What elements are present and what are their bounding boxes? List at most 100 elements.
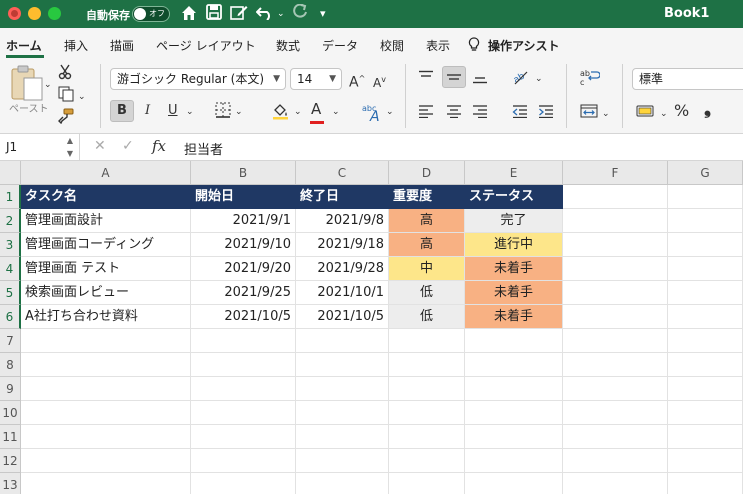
empty-cell[interactable]: [563, 401, 668, 425]
merge-center-icon[interactable]: [580, 104, 598, 124]
empty-cell[interactable]: [563, 473, 668, 494]
tab-draw[interactable]: 描画: [110, 37, 134, 54]
status-cell[interactable]: 未着手: [465, 281, 563, 305]
row-header-9[interactable]: 9: [0, 377, 21, 401]
empty-cell[interactable]: [389, 473, 465, 494]
autosave-toggle[interactable]: オフ: [132, 6, 170, 22]
decrease-indent-icon[interactable]: [512, 104, 528, 124]
empty-cell[interactable]: [296, 449, 389, 473]
start-date-cell[interactable]: 2021/10/5: [191, 305, 296, 329]
start-date-cell[interactable]: 2021/9/25: [191, 281, 296, 305]
wrap-text-icon[interactable]: ab c: [580, 68, 601, 92]
borders-icon[interactable]: [215, 102, 231, 124]
accounting-format-icon[interactable]: [636, 104, 656, 124]
formula-content[interactable]: 担当者: [184, 139, 223, 158]
priority-cell[interactable]: 中: [389, 257, 465, 281]
empty-cell[interactable]: [21, 377, 191, 401]
tab-home[interactable]: ホーム: [6, 37, 42, 54]
fill-color-icon[interactable]: [272, 102, 290, 126]
row-header-6[interactable]: 6: [0, 305, 21, 329]
merge-dropdown-icon[interactable]: ⌄: [602, 105, 610, 123]
empty-cell[interactable]: [668, 185, 743, 209]
header-cell-status[interactable]: ステータス: [465, 185, 563, 209]
row-header-2[interactable]: 2: [0, 209, 21, 233]
column-header-f[interactable]: F: [563, 161, 668, 185]
empty-cell[interactable]: [668, 257, 743, 281]
shrink-font-button[interactable]: Av: [373, 71, 386, 92]
empty-cell[interactable]: [668, 449, 743, 473]
percent-style-button[interactable]: %: [674, 102, 689, 120]
status-cell[interactable]: 未着手: [465, 257, 563, 281]
redo-icon[interactable]: [292, 3, 308, 25]
empty-cell[interactable]: [465, 449, 563, 473]
end-date-cell[interactable]: 2021/9/8: [296, 209, 389, 233]
close-window-button[interactable]: [8, 7, 21, 20]
empty-cell[interactable]: [465, 401, 563, 425]
align-bottom-icon[interactable]: [472, 70, 488, 90]
task-name-cell[interactable]: 管理画面設計: [21, 209, 191, 233]
select-all-button[interactable]: [0, 161, 21, 185]
empty-cell[interactable]: [389, 425, 465, 449]
customize-toolbar-icon[interactable]: ▾: [320, 4, 326, 24]
empty-cell[interactable]: [563, 257, 668, 281]
row-header-13[interactable]: 13: [0, 473, 21, 494]
tab-data[interactable]: データ: [322, 37, 358, 54]
increase-indent-icon[interactable]: [538, 104, 554, 124]
empty-cell[interactable]: [389, 377, 465, 401]
font-name-select[interactable]: 游ゴシック Regular (本文) ▼: [110, 68, 286, 90]
task-name-cell[interactable]: 管理画面コーディング: [21, 233, 191, 257]
empty-cell[interactable]: [563, 449, 668, 473]
empty-cell[interactable]: [563, 305, 668, 329]
end-date-cell[interactable]: 2021/10/1: [296, 281, 389, 305]
row-header-11[interactable]: 11: [0, 425, 21, 449]
priority-cell[interactable]: 低: [389, 281, 465, 305]
copy-icon[interactable]: [58, 86, 74, 108]
empty-cell[interactable]: [563, 377, 668, 401]
empty-cell[interactable]: [296, 353, 389, 377]
end-date-cell[interactable]: 2021/9/28: [296, 257, 389, 281]
column-header-e[interactable]: E: [465, 161, 563, 185]
row-header-12[interactable]: 12: [0, 449, 21, 473]
scissors-icon[interactable]: [58, 64, 72, 86]
empty-cell[interactable]: [563, 233, 668, 257]
italic-button[interactable]: I: [145, 102, 150, 120]
align-left-icon[interactable]: [418, 104, 434, 124]
bold-button[interactable]: B: [117, 102, 127, 120]
zoom-window-button[interactable]: [48, 7, 61, 20]
priority-cell[interactable]: 低: [389, 305, 465, 329]
empty-cell[interactable]: [191, 329, 296, 353]
priority-cell[interactable]: 高: [389, 233, 465, 257]
fill-color-dropdown-icon[interactable]: ⌄: [294, 103, 302, 121]
empty-cell[interactable]: [668, 233, 743, 257]
empty-cell[interactable]: [668, 401, 743, 425]
row-header-10[interactable]: 10: [0, 401, 21, 425]
borders-dropdown-icon[interactable]: ⌄: [235, 103, 243, 121]
orientation-icon[interactable]: ab: [512, 68, 530, 92]
status-cell[interactable]: 未着手: [465, 305, 563, 329]
empty-cell[interactable]: [389, 353, 465, 377]
empty-cell[interactable]: [668, 377, 743, 401]
header-cell-start-date[interactable]: 開始日: [191, 185, 296, 209]
empty-cell[interactable]: [465, 377, 563, 401]
empty-cell[interactable]: [668, 473, 743, 494]
name-box[interactable]: J1 ▲ ▼: [0, 134, 80, 160]
header-cell-priority[interactable]: 重要度: [389, 185, 465, 209]
start-date-cell[interactable]: 2021/9/20: [191, 257, 296, 281]
name-box-stepper-icon[interactable]: ▲ ▼: [67, 134, 73, 160]
empty-cell[interactable]: [563, 425, 668, 449]
home-icon[interactable]: [180, 4, 198, 27]
align-center-icon[interactable]: [446, 104, 462, 124]
empty-cell[interactable]: [465, 329, 563, 353]
empty-cell[interactable]: [389, 329, 465, 353]
empty-cell[interactable]: [21, 449, 191, 473]
column-header-c[interactable]: C: [296, 161, 389, 185]
empty-cell[interactable]: [668, 281, 743, 305]
empty-cell[interactable]: [389, 449, 465, 473]
empty-cell[interactable]: [668, 353, 743, 377]
underline-button[interactable]: U: [168, 102, 178, 120]
column-header-d[interactable]: D: [389, 161, 465, 185]
empty-cell[interactable]: [296, 473, 389, 494]
column-header-b[interactable]: B: [191, 161, 296, 185]
empty-cell[interactable]: [21, 425, 191, 449]
row-header-7[interactable]: 7: [0, 329, 21, 353]
